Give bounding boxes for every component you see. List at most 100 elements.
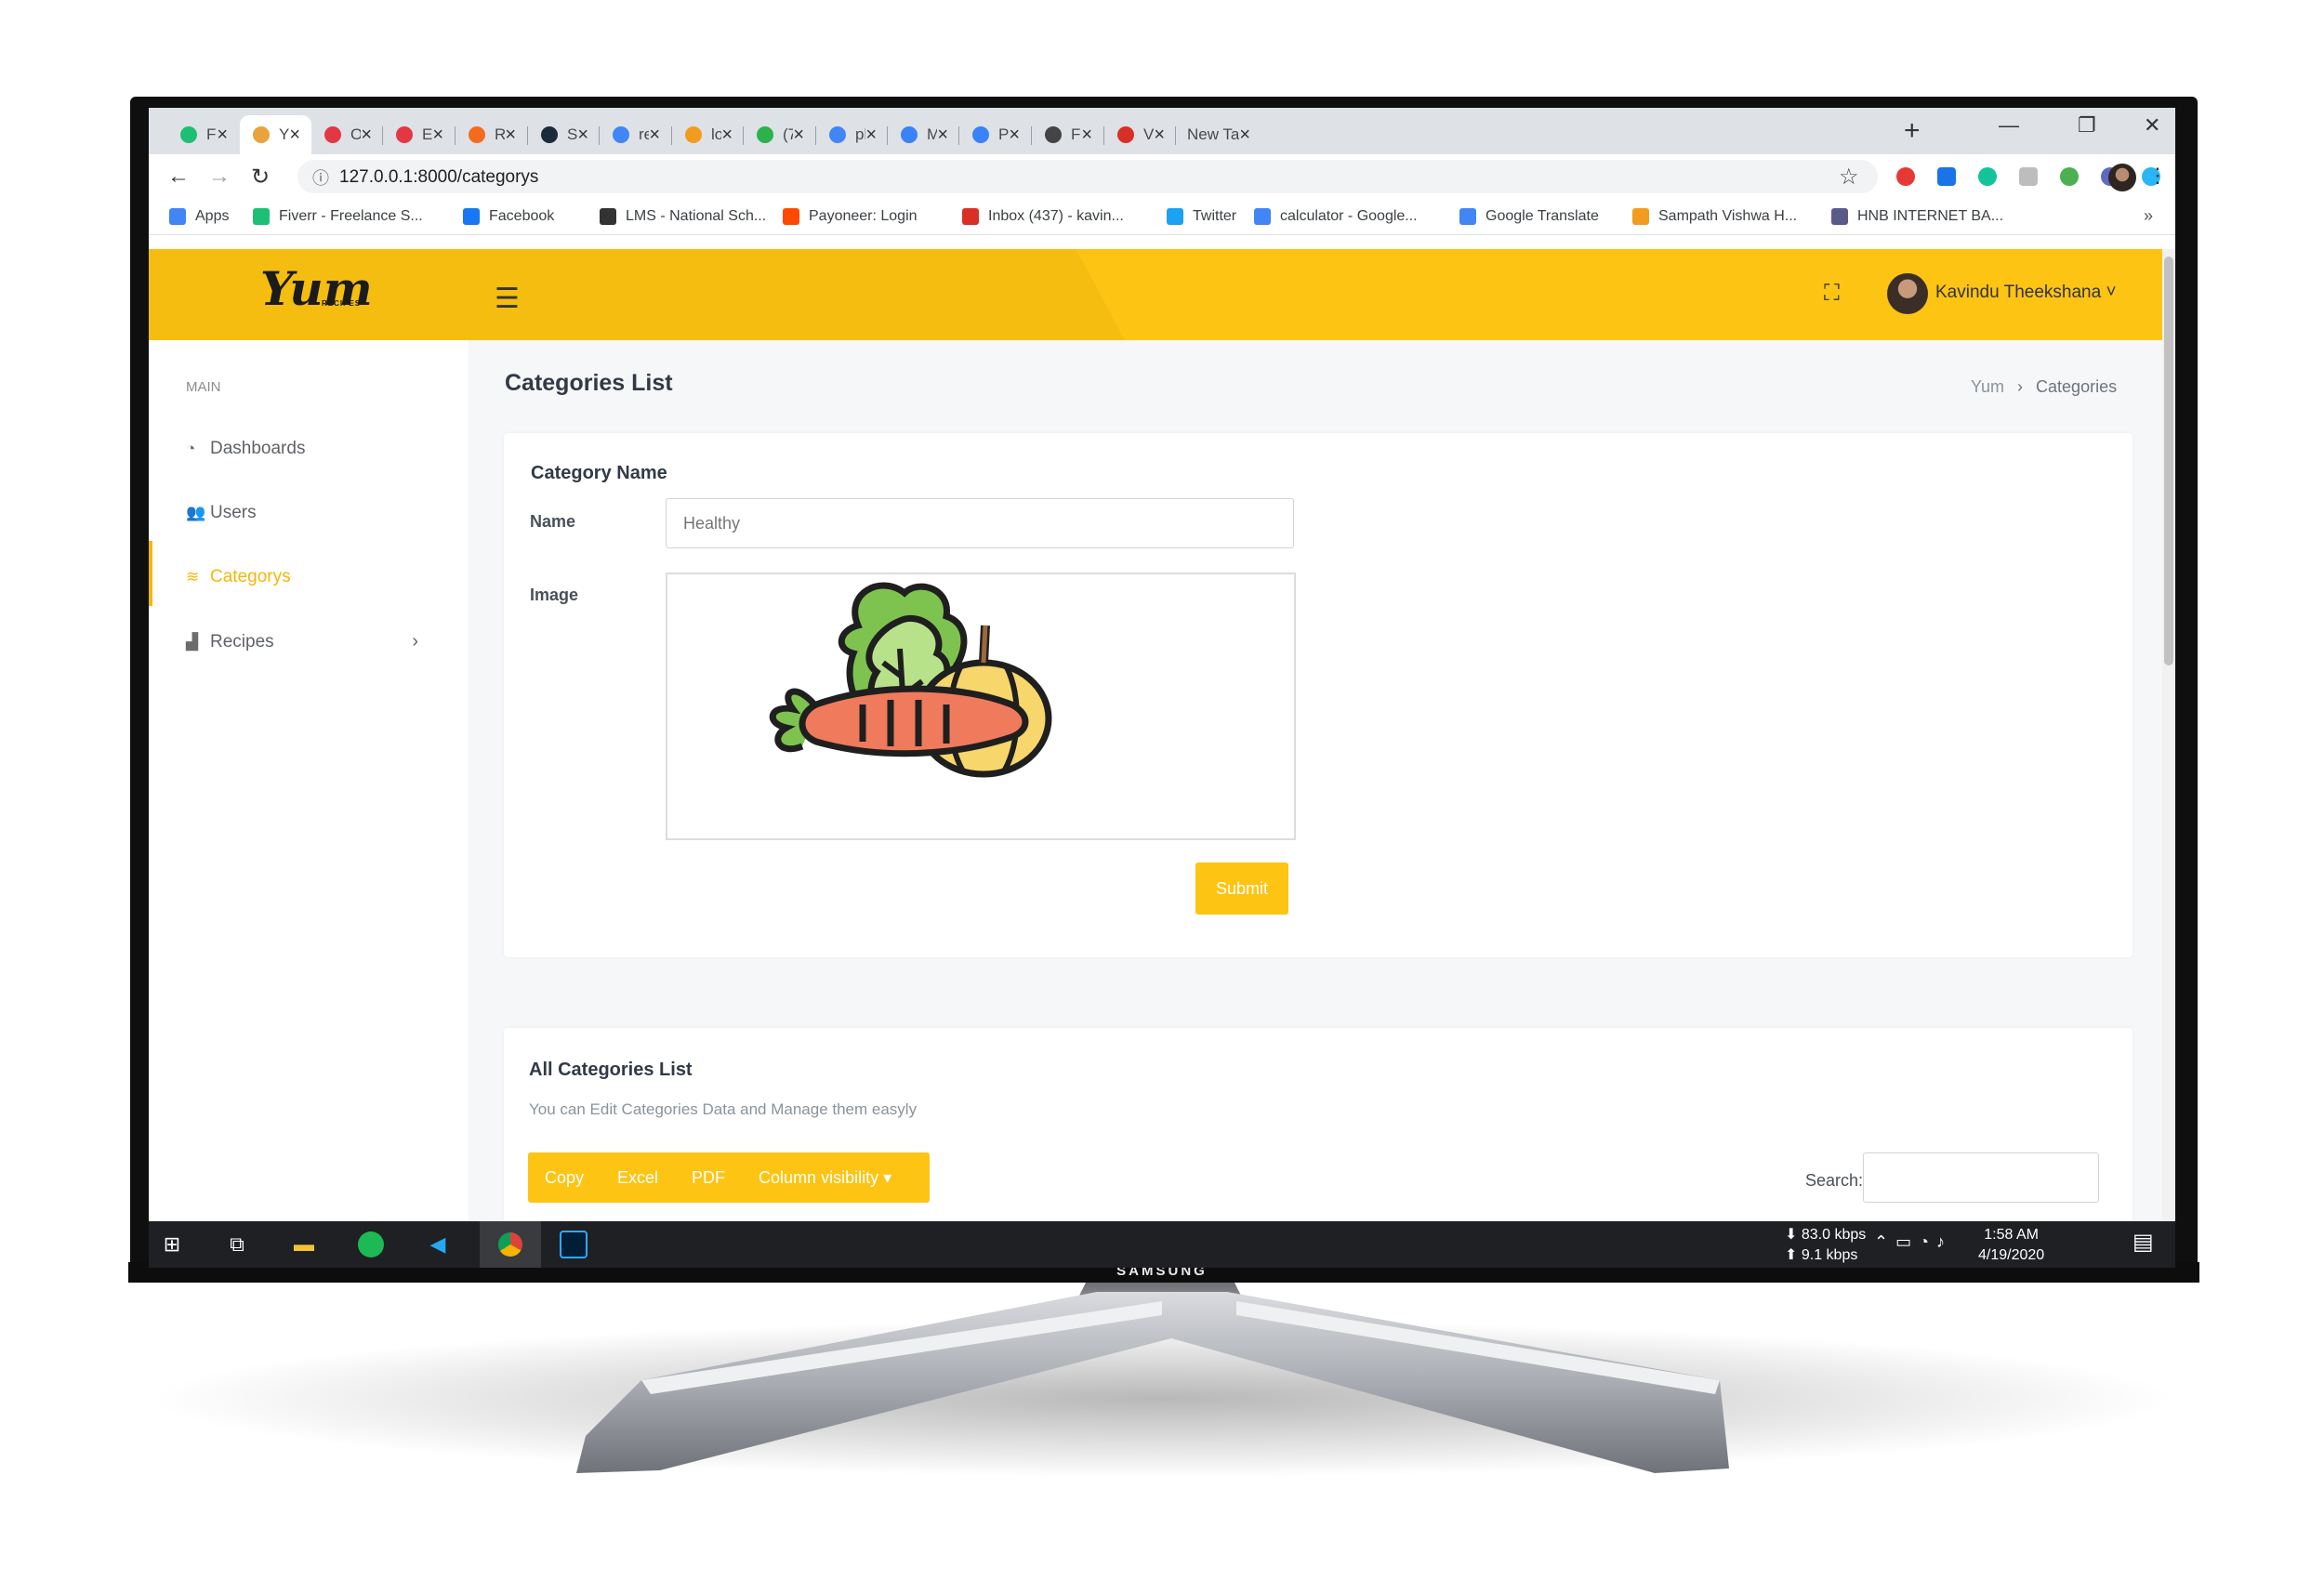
- windows-start-icon[interactable]: ⊞: [158, 1231, 186, 1258]
- sidebar-item-recipes[interactable]: ▟ Recipes ›: [186, 631, 418, 652]
- user-menu[interactable]: Kavindu Theekshana ˅: [1935, 283, 2117, 303]
- export-button-group: Copy Excel PDF Column visibility ▾: [528, 1152, 930, 1203]
- tab-close-icon[interactable]: ×: [649, 125, 660, 146]
- tab-close-icon[interactable]: ×: [1154, 125, 1165, 146]
- category-name-input[interactable]: [666, 498, 1294, 548]
- browser-tab[interactable]: recip×: [600, 115, 671, 154]
- task-view-icon[interactable]: ⧉: [223, 1231, 251, 1258]
- star-icon[interactable]: ☆: [1839, 164, 1859, 191]
- submit-button[interactable]: Submit: [1195, 862, 1288, 915]
- sidebar-item-categorys[interactable]: ≋ Categorys: [186, 567, 291, 587]
- extension-icon[interactable]: [2060, 167, 2079, 186]
- browser-tab[interactable]: loca×: [672, 115, 744, 154]
- tab-close-icon[interactable]: ×: [432, 125, 443, 146]
- tab-title: New Tab: [1187, 125, 1240, 143]
- browser-tab[interactable]: Sear×: [528, 115, 600, 154]
- form-title: Category Name: [531, 463, 667, 483]
- category-image-preview[interactable]: [666, 573, 1296, 840]
- browser-tab[interactable]: Reci×: [456, 115, 527, 154]
- image-label: Image: [530, 586, 579, 604]
- bookmark-item[interactable]: Payoneer: Login: [783, 208, 918, 225]
- notification-icon[interactable]: ▤: [2133, 1229, 2154, 1256]
- browser-tab[interactable]: pho×: [816, 115, 888, 154]
- tab-close-icon[interactable]: ×: [793, 125, 804, 146]
- browser-tab[interactable]: Yum×: [240, 115, 311, 154]
- tab-close-icon[interactable]: ×: [289, 125, 300, 146]
- restore-button[interactable]: ❐: [2078, 113, 2096, 138]
- menu-dots-icon[interactable]: ⋮: [2147, 164, 2168, 188]
- bookmark-item[interactable]: Facebook: [463, 208, 554, 225]
- spotify-icon[interactable]: [357, 1231, 385, 1258]
- bookmark-item[interactable]: calculator - Google...: [1254, 208, 1418, 225]
- pdf-button[interactable]: PDF: [675, 1168, 742, 1188]
- chrome-icon[interactable]: [496, 1231, 524, 1258]
- excel-button[interactable]: Excel: [601, 1168, 675, 1188]
- minimize-button[interactable]: —: [1999, 113, 2019, 138]
- bookmark-item[interactable]: Fiverr - Freelance S...: [253, 208, 423, 225]
- new-tab-button[interactable]: +: [1904, 115, 1921, 147]
- bookmark-item[interactable]: Google Translate: [1459, 208, 1599, 225]
- browser-tab[interactable]: (7) V×: [744, 115, 815, 154]
- browser-tab[interactable]: One×: [311, 115, 383, 154]
- vscode-icon[interactable]: ◀: [424, 1231, 452, 1258]
- bookmark-label: HNB INTERNET BA...: [1857, 208, 2004, 224]
- system-tray-icons[interactable]: ⌃▭◔♪: [1874, 1232, 1952, 1252]
- browser-tab[interactable]: Prem×: [959, 115, 1031, 154]
- clock[interactable]: 1:58 AM 4/19/2020: [1978, 1225, 2044, 1266]
- hamburger-menu-icon[interactable]: ☰: [495, 283, 520, 315]
- browser-tab[interactable]: New Tab×: [1176, 115, 1261, 154]
- browser-tab[interactable]: Easy×: [383, 115, 455, 154]
- url-text[interactable]: 127.0.0.1:8000/categorys: [339, 167, 538, 188]
- fullscreen-icon[interactable]: ⛶: [1824, 281, 1840, 307]
- photoshop-icon[interactable]: [560, 1231, 588, 1258]
- search-input[interactable]: [1863, 1152, 2099, 1203]
- sidebar-item-users[interactable]: 👥 Users: [186, 503, 257, 523]
- bookmark-item[interactable]: Apps: [169, 208, 229, 225]
- bookmark-favicon-icon: [600, 208, 616, 225]
- sidebar-item-dashboards[interactable]: ◔ Dashboards: [186, 439, 305, 459]
- browser-tab[interactable]: Verif×: [1104, 115, 1176, 154]
- back-icon[interactable]: ←: [167, 164, 190, 190]
- grammarly-icon[interactable]: [1978, 167, 1997, 186]
- tab-separator: [1031, 126, 1032, 145]
- tab-close-icon[interactable]: ×: [721, 125, 733, 146]
- sidebar-section-label: MAIN: [186, 379, 221, 395]
- extension-icon[interactable]: [1937, 167, 1956, 186]
- tab-close-icon[interactable]: ×: [577, 125, 588, 146]
- profile-avatar[interactable]: [2108, 164, 2136, 191]
- bookmark-item[interactable]: LMS - National Sch...: [600, 208, 766, 225]
- tab-favicon-icon: [1045, 126, 1062, 143]
- browser-tab[interactable]: Free×: [1032, 115, 1103, 154]
- breadcrumb-root[interactable]: Yum: [1971, 377, 2004, 397]
- column-visibility-button[interactable]: Column visibility ▾: [742, 1168, 908, 1188]
- tab-close-icon[interactable]: ×: [865, 125, 877, 146]
- browser-tab[interactable]: Fiver×: [167, 115, 239, 154]
- tab-close-icon[interactable]: ×: [1009, 125, 1020, 146]
- app-logo[interactable]: Yum: [260, 261, 373, 316]
- bookmarks-overflow[interactable]: »: [2144, 206, 2153, 226]
- bookmark-item[interactable]: Twitter: [1167, 208, 1236, 225]
- tab-close-icon[interactable]: ×: [361, 125, 372, 146]
- forward-icon[interactable]: →: [208, 164, 231, 190]
- tab-close-icon[interactable]: ×: [217, 125, 228, 146]
- bookmark-item[interactable]: HNB INTERNET BA...: [1831, 208, 2003, 225]
- adblock-icon[interactable]: [1896, 167, 1915, 186]
- info-icon[interactable]: ⓘ: [312, 165, 329, 190]
- tab-close-icon[interactable]: ×: [505, 125, 516, 146]
- bookmark-item[interactable]: Sampath Vishwa H...: [1632, 208, 1797, 225]
- scrollbar-thumb[interactable]: [2164, 257, 2173, 665]
- user-avatar[interactable]: [1887, 273, 1928, 314]
- bookmark-favicon-icon: [1167, 208, 1183, 225]
- bookmark-favicon-icon: [169, 208, 186, 225]
- file-explorer-icon[interactable]: ▬: [290, 1231, 318, 1258]
- tab-close-icon[interactable]: ×: [937, 125, 948, 146]
- bookmark-item[interactable]: Inbox (437) - kavin...: [962, 208, 1124, 225]
- tab-title: Moc: [927, 125, 938, 143]
- copy-button[interactable]: Copy: [528, 1168, 601, 1188]
- browser-tab[interactable]: Moc×: [888, 115, 959, 154]
- tab-close-icon[interactable]: ×: [1239, 125, 1250, 146]
- extension-icon[interactable]: [2019, 167, 2038, 186]
- reload-icon[interactable]: ↻: [251, 164, 270, 191]
- close-window-button[interactable]: ✕: [2144, 113, 2160, 138]
- tab-close-icon[interactable]: ×: [1081, 125, 1092, 146]
